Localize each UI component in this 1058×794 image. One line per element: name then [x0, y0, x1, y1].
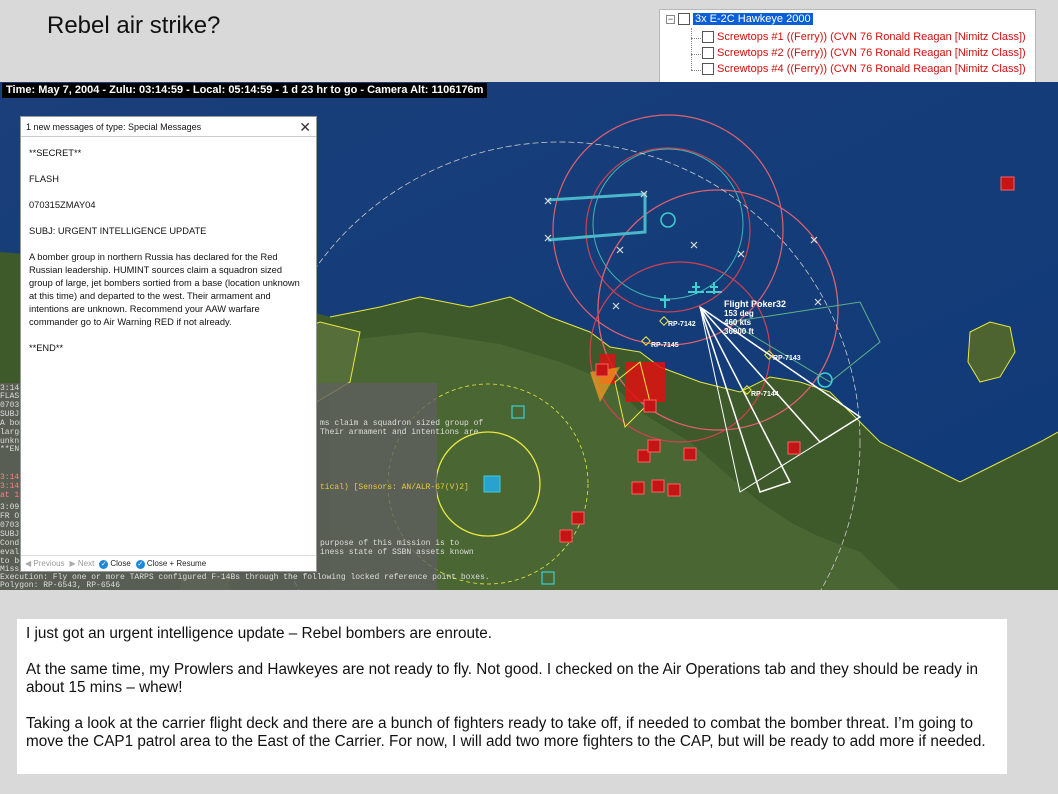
hostile-unit-marker[interactable] — [631, 481, 645, 495]
collapse-icon[interactable]: − — [666, 14, 675, 24]
dialog-title: 1 new messages of type: Special Messages — [26, 122, 202, 132]
commentary-paragraph: At the same time, my Prowlers and Hawkey… — [26, 661, 979, 696]
tree-child-checkbox[interactable] — [702, 63, 714, 75]
slide-title: Rebel air strike? — [47, 12, 221, 39]
hostile-unit-marker[interactable] — [559, 529, 573, 543]
log-line: Polygon: RP-6543, RP-6546 — [0, 581, 121, 590]
hostile-unit-marker[interactable] — [1000, 176, 1015, 191]
log-line: Cond — [0, 539, 20, 548]
close-resume-label: Close + Resume — [146, 558, 207, 568]
tree-connector — [691, 28, 692, 70]
tree-child-checkbox[interactable] — [702, 47, 714, 59]
message-body: **SECRET** FLASH 070315ZMAY04 SUBJ: URGE… — [21, 137, 316, 378]
message-line: A bomber group in northern Russia has de… — [29, 252, 300, 327]
log-line: purpose of this mission is to — [320, 539, 460, 548]
tree-child-item[interactable]: Screwtops #2 ((Ferry)) (CVN 76 Ronald Re… — [702, 47, 1026, 59]
log-line: iness state of SSBN assets known — [320, 548, 474, 557]
tree-child-item[interactable]: Screwtops #1 ((Ferry)) (CVN 76 Ronald Re… — [702, 31, 1026, 43]
status-bar: Time: May 7, 2004 - Zulu: 03:14:59 - Loc… — [2, 83, 488, 98]
log-line: 0703 — [0, 521, 20, 530]
tree-child-item[interactable]: Screwtops #4 ((Ferry)) (CVN 76 Ronald Re… — [702, 63, 1026, 75]
tree-child-label[interactable]: Screwtops #2 ((Ferry)) (CVN 76 Ronald Re… — [717, 47, 1026, 59]
friendly-unit-marker[interactable] — [483, 475, 501, 493]
commentary-paragraph: Taking a look at the carrier flight deck… — [26, 715, 986, 750]
next-button[interactable]: ▶ Next — [70, 559, 95, 568]
log-line: SUBJ — [0, 530, 20, 539]
close-label: Close — [110, 558, 131, 568]
reference-point-label: RP-7143 — [773, 355, 801, 362]
hostile-unit-marker[interactable] — [571, 511, 585, 525]
hostile-unit-marker[interactable] — [643, 399, 657, 413]
tree-connector — [691, 70, 701, 71]
flight-altitude: 36000 ft — [724, 327, 754, 336]
log-line: 0703 — [0, 401, 20, 410]
flight-heading: 153 deg — [724, 309, 754, 318]
previous-icon: ◀ — [25, 559, 32, 568]
dialog-header: 1 new messages of type: Special Messages… — [21, 117, 316, 137]
hostile-unit-marker[interactable] — [595, 363, 609, 377]
tree-connector — [691, 54, 701, 55]
log-line: Their armament and intentions are — [320, 428, 479, 437]
log-line: tical) [Sensors: AN/ALR-67(V)2] — [320, 483, 469, 492]
check-icon: ✓ — [99, 559, 109, 569]
hostile-unit-marker[interactable] — [651, 479, 665, 493]
tree-connector — [691, 38, 701, 39]
close-button[interactable]: ✓ Close — [99, 558, 131, 569]
message-line: SUBJ: URGENT INTELLIGENCE UPDATE — [29, 226, 207, 236]
hostile-unit-marker[interactable] — [647, 439, 661, 453]
close-icon[interactable]: ✕ — [299, 119, 311, 136]
hostile-unit-marker[interactable] — [667, 483, 681, 497]
message-line: **SECRET** — [29, 148, 82, 158]
previous-label: Previous — [33, 559, 65, 568]
message-line: FLASH — [29, 174, 59, 184]
tree-root-label[interactable]: 3x E-2C Hawkeye 2000 — [693, 13, 813, 25]
hostile-unit-marker[interactable] — [683, 447, 697, 461]
tree-child-label[interactable]: Screwtops #4 ((Ferry)) (CVN 76 Ronald Re… — [717, 63, 1026, 75]
next-label: Next — [77, 559, 95, 568]
next-icon: ▶ — [69, 559, 76, 568]
reference-point-label: RP-7144 — [751, 391, 779, 398]
tree-child-label[interactable]: Screwtops #1 ((Ferry)) (CVN 76 Ronald Re… — [717, 31, 1026, 43]
tree-root-checkbox[interactable] — [678, 13, 690, 25]
tree-child-checkbox[interactable] — [702, 31, 714, 43]
log-line: FR O — [0, 512, 20, 521]
dialog-footer: ◀ Previous ▶ Next ✓ Close ✓ Close + Resume — [21, 555, 316, 571]
flight-label: Flight Poker32 — [724, 299, 786, 309]
log-line: FLAS — [0, 392, 20, 401]
special-message-dialog: 1 new messages of type: Special Messages… — [20, 116, 317, 572]
message-line: **END** — [29, 343, 64, 353]
commentary-box: I just got an urgent intelligence update… — [17, 619, 1007, 774]
close-resume-button[interactable]: ✓ Close + Resume — [135, 558, 207, 569]
commentary-paragraph: I just got an urgent intelligence update… — [26, 625, 493, 642]
reference-point-label: RP-7142 — [668, 321, 696, 328]
check-icon: ✓ — [135, 559, 145, 569]
reference-point-label: RP-7145 — [651, 342, 679, 349]
tree-root-item[interactable]: − 3x E-2C Hawkeye 2000 — [666, 13, 813, 25]
flight-speed: 460 kts — [724, 318, 752, 327]
message-line: 070315ZMAY04 — [29, 200, 96, 210]
previous-button[interactable]: ◀ Previous — [25, 559, 65, 568]
log-line: ms claim a squadron sized group of — [320, 419, 484, 428]
hostile-unit-marker[interactable] — [787, 441, 801, 455]
log-line: SUBJ — [0, 410, 20, 419]
